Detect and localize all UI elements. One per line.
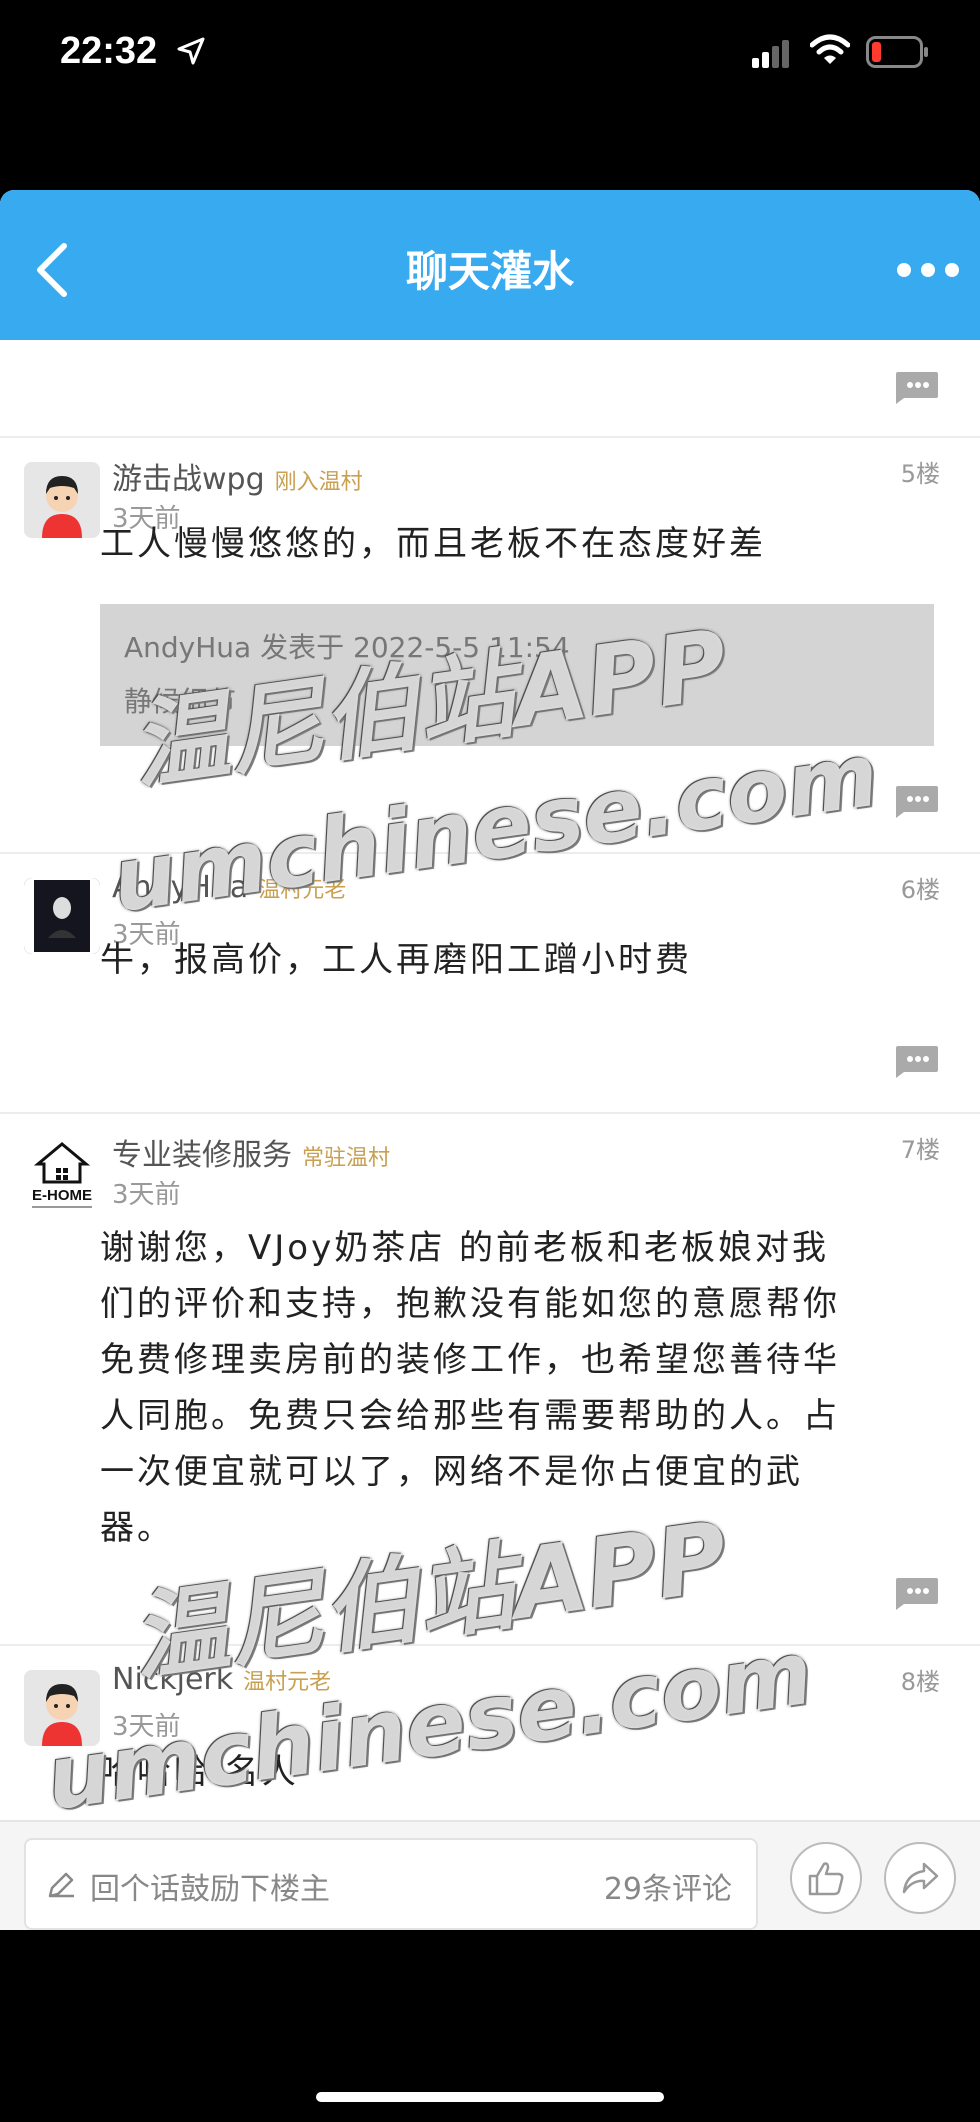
thumbs-up-icon: [808, 1862, 844, 1896]
comment-text: 谢谢您，VJoy奶茶店 的前老板和老板娘对我 们的评价和支持，抱歉没有能如您的意…: [100, 1220, 940, 1556]
comment-count[interactable]: 29条评论: [604, 1864, 732, 1908]
floor-number: 6楼: [900, 876, 940, 904]
home-indicator[interactable]: [316, 2092, 664, 2102]
comment-line: 免费修理卖房前的装修工作，也希望您善待华: [100, 1340, 840, 1380]
comment-input[interactable]: 回个话鼓励下楼主 29条评论: [24, 1838, 758, 1930]
avatar[interactable]: E-HOME: [24, 1138, 100, 1214]
reply-bubble-icon[interactable]: [894, 370, 940, 406]
location-arrow-icon: [176, 36, 206, 70]
username-text: 游击战wpg: [112, 462, 265, 497]
wifi-icon: [809, 34, 851, 70]
comment-text: 工人慢慢悠悠的，而且老板不在态度好差: [100, 524, 766, 564]
battery-icon: [866, 36, 930, 72]
username-text: AndyHua: [112, 870, 249, 905]
quote-block: AndyHua 发表于 2022-5-5 11:54 静候细节: [100, 604, 934, 746]
user-badge: 常驻温村: [302, 1146, 391, 1171]
comment-placeholder: 回个话鼓励下楼主: [90, 1872, 330, 1907]
comment-text: 牛，报高价，工人再磨阳工蹭小时费: [100, 940, 692, 980]
avatar[interactable]: [24, 878, 100, 954]
comment-line: 器。: [100, 1508, 174, 1548]
like-button[interactable]: [790, 1842, 862, 1914]
bottom-action-bar: 回个话鼓励下楼主 29条评论: [0, 1820, 980, 1930]
username[interactable]: Nickjerk 温村元老: [112, 1662, 331, 1697]
app-screen: 聊天灌水 游击战wpg 刚入温村 3天前 5楼 工人慢慢悠悠的，而且老板不在态度好…: [0, 190, 980, 1930]
avatar-logo-text: E-HOME: [32, 1187, 92, 1204]
quote-text: 静候细节: [124, 685, 237, 718]
post-time: 3天前: [112, 1180, 181, 1210]
post-tail-row: [0, 340, 980, 438]
username[interactable]: 专业装修服务 常驻温村: [112, 1130, 390, 1174]
post-time: 3天前: [112, 1712, 181, 1742]
quote-header: AndyHua 发表于 2022-5-5 11:54: [124, 631, 570, 664]
floor-number: 8楼: [900, 1668, 940, 1696]
comment-text: 哈哈哈 名人: [100, 1752, 299, 1792]
comment-floor-7: E-HOME 专业装修服务 常驻温村 3天前 7楼 谢谢您，VJoy奶茶店 的前老…: [0, 1114, 980, 1646]
more-icon[interactable]: [896, 262, 960, 282]
nav-bar: 聊天灌水: [0, 190, 980, 340]
username-text: 专业装修服务: [112, 1138, 292, 1173]
share-button[interactable]: [884, 1842, 956, 1914]
reply-bubble-icon[interactable]: [894, 1576, 940, 1612]
share-icon: [902, 1862, 939, 1894]
username[interactable]: 游击战wpg 刚入温村: [112, 454, 363, 498]
page-title: 聊天灌水: [405, 247, 574, 296]
floor-number: 5楼: [900, 460, 940, 488]
signal-icon: [752, 40, 792, 72]
user-badge: 温村元老: [243, 1670, 332, 1695]
comment-line: 人同胞。免费只会给那些有需要帮助的人。占: [100, 1396, 840, 1436]
user-badge: 温村元老: [258, 878, 347, 903]
comment-line: 们的评价和支持，抱歉没有能如您的意愿帮你: [100, 1284, 840, 1324]
reply-bubble-icon[interactable]: [894, 784, 940, 820]
comment-floor-6: AndyHua 温村元老 3天前 6楼 牛，报高价，工人再磨阳工蹭小时费: [0, 854, 980, 1114]
comment-floor-8: Nickjerk 温村元老 3天前 8楼 哈哈哈 名人: [0, 1646, 980, 1826]
username-text: Nickjerk: [112, 1662, 234, 1697]
username[interactable]: AndyHua 温村元老: [112, 870, 346, 905]
status-bar: 22:32: [0, 0, 980, 190]
status-time: 22:32: [60, 30, 158, 72]
comment-floor-5: 游击战wpg 刚入温村 3天前 5楼 工人慢慢悠悠的，而且老板不在态度好差 And…: [0, 438, 980, 854]
avatar[interactable]: [24, 462, 100, 538]
comment-line: 谢谢您，VJoy奶茶店 的前老板和老板娘对我: [100, 1228, 830, 1268]
reply-bubble-icon[interactable]: [894, 1044, 940, 1080]
pen-icon: [46, 1868, 78, 1904]
comment-line: 一次便宜就可以了，网络不是你占便宜的武: [100, 1452, 803, 1492]
floor-number: 7楼: [900, 1136, 940, 1164]
user-badge: 刚入温村: [274, 470, 363, 495]
avatar[interactable]: [24, 1670, 100, 1746]
